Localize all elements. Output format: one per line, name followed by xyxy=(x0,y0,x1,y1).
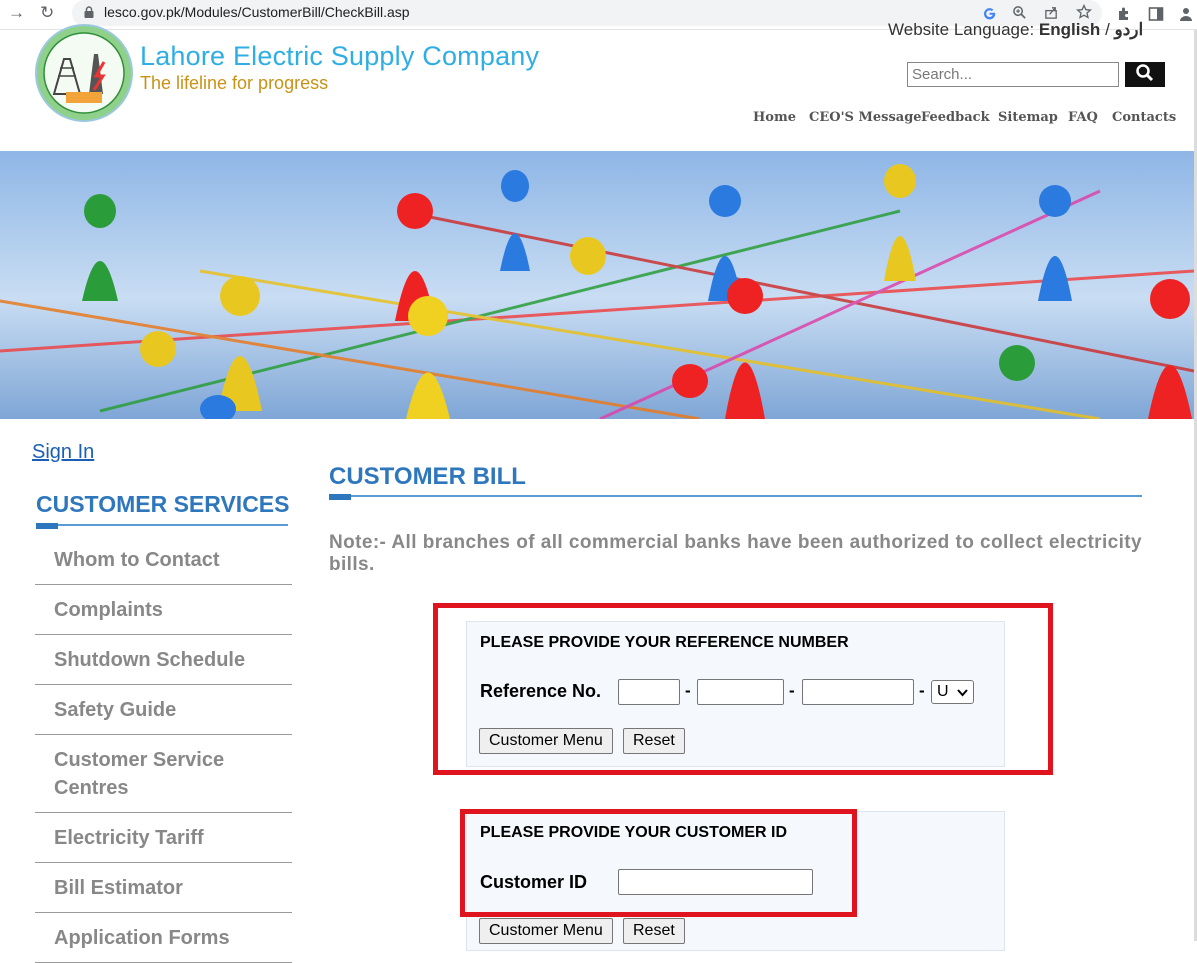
heading-underline-accent xyxy=(36,523,58,529)
zoom-icon[interactable] xyxy=(1012,5,1027,20)
lock-icon xyxy=(84,6,94,18)
language-english-link[interactable]: English xyxy=(1039,20,1100,39)
side-panel-icon[interactable] xyxy=(1148,6,1164,22)
nav-sitemap[interactable]: Sitemap xyxy=(998,110,1058,128)
nav-faq[interactable]: FAQ xyxy=(1068,110,1098,128)
lesco-logo[interactable] xyxy=(34,24,134,122)
reset-button-2[interactable]: Reset xyxy=(623,918,685,944)
sidebar-item-electricity-tariff[interactable]: Electricity Tariff xyxy=(35,813,292,863)
google-icon[interactable] xyxy=(982,5,997,20)
customer-menu-button-2[interactable]: Customer Menu xyxy=(479,918,613,944)
sidebar-item-bill-estimator[interactable]: Bill Estimator xyxy=(35,863,292,913)
customer-services-heading: CUSTOMER SERVICES xyxy=(36,491,290,517)
sidebar-item-shutdown-schedule[interactable]: Shutdown Schedule xyxy=(35,635,292,685)
customer-services-menu: Whom to Contact Complaints Shutdown Sche… xyxy=(35,535,292,963)
search-icon xyxy=(1136,64,1154,82)
back-arrow-icon[interactable]: → xyxy=(8,3,25,23)
sidebar-item-whom-to-contact[interactable]: Whom to Contact xyxy=(35,535,292,585)
heading-underline xyxy=(36,524,288,526)
brand-tagline: The lifeline for progress xyxy=(140,73,329,93)
sidebar-item-safety-guide[interactable]: Safety Guide xyxy=(35,685,292,735)
sidebar-item-complaints[interactable]: Complaints xyxy=(35,585,292,635)
highlight-box-reference xyxy=(433,603,1053,775)
nav-feedback[interactable]: Feedback xyxy=(921,110,990,128)
sidebar-item-application-forms[interactable]: Application Forms xyxy=(35,913,292,963)
highlight-box-customer-id xyxy=(460,809,857,917)
reload-icon[interactable]: ↻ xyxy=(40,3,54,23)
language-switcher: Website Language: English / اردو xyxy=(888,20,1143,40)
sign-in-link[interactable]: Sign In xyxy=(32,441,94,464)
profile-icon[interactable] xyxy=(1178,6,1194,22)
share-icon[interactable] xyxy=(1044,5,1059,20)
bookmark-star-icon[interactable] xyxy=(1076,4,1092,20)
language-urdu-link[interactable]: اردو xyxy=(1115,20,1144,39)
title-underline-accent xyxy=(329,494,351,500)
nav-contacts[interactable]: Contacts xyxy=(1112,110,1176,128)
brand-title: Lahore Electric Supply Company xyxy=(140,41,540,71)
title-underline xyxy=(329,495,1142,497)
nav-home[interactable]: Home xyxy=(753,110,796,128)
url-text: lesco.gov.pk/Modules/CustomerBill/CheckB… xyxy=(104,4,410,20)
search-button[interactable] xyxy=(1125,62,1165,87)
banner-image xyxy=(0,151,1194,419)
language-label: Website Language: xyxy=(888,20,1035,39)
search-input[interactable] xyxy=(907,62,1119,87)
language-separator: / xyxy=(1105,20,1110,39)
bank-note: Note:- All branches of all commercial ba… xyxy=(329,532,1142,575)
page-title: CUSTOMER BILL xyxy=(329,463,526,490)
nav-ceo-message[interactable]: CEO'S Message xyxy=(809,110,922,128)
sidebar-item-customer-service-centres[interactable]: Customer Service Centres xyxy=(35,735,292,813)
